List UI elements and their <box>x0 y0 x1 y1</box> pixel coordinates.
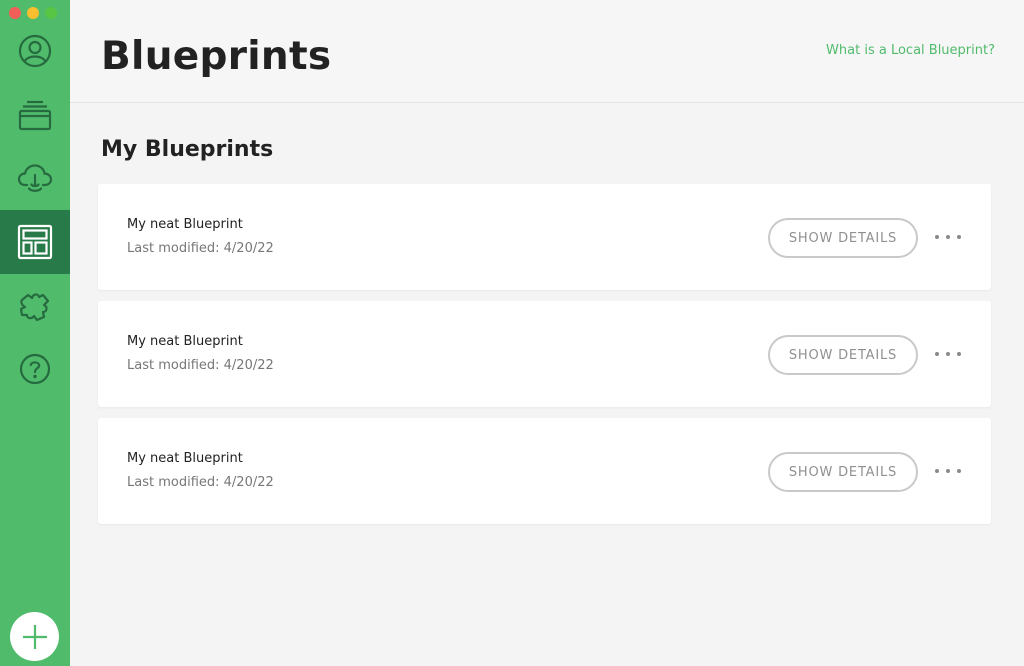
show-details-button[interactable]: SHOW DETAILS <box>768 335 918 375</box>
blueprint-modified: Last modified: 4/20/22 <box>127 475 274 490</box>
sidebar-item-user[interactable] <box>0 19 70 83</box>
show-details-button[interactable]: SHOW DETAILS <box>768 218 918 258</box>
header: Blueprints What is a Local Blueprint? <box>70 0 1024 103</box>
more-options-button[interactable] <box>935 462 961 480</box>
sidebar <box>0 0 70 666</box>
blueprint-card: My neat Blueprint Last modified: 4/20/22… <box>98 418 991 524</box>
sidebar-item-sites[interactable] <box>0 83 70 147</box>
blueprint-name: My neat Blueprint <box>127 334 243 349</box>
blueprint-name: My neat Blueprint <box>127 217 243 232</box>
blueprint-card: My neat Blueprint Last modified: 4/20/22… <box>98 301 991 407</box>
section-title: My Blueprints <box>101 137 274 162</box>
more-dots-icon <box>935 352 939 356</box>
window-minimize-button[interactable] <box>27 7 39 19</box>
more-dots-icon <box>935 469 939 473</box>
more-dots-icon <box>935 235 939 239</box>
blueprint-modified: Last modified: 4/20/22 <box>127 358 274 373</box>
more-options-button[interactable] <box>935 345 961 363</box>
sites-stack-icon <box>18 100 52 131</box>
blueprint-icon <box>17 224 53 260</box>
more-options-button[interactable] <box>935 228 961 246</box>
blueprint-name: My neat Blueprint <box>127 451 243 466</box>
cloud-icon <box>17 164 53 192</box>
window-controls <box>9 7 57 19</box>
sidebar-item-cloud[interactable] <box>0 146 70 210</box>
sidebar-item-blueprints[interactable] <box>0 210 70 274</box>
help-icon <box>19 353 51 385</box>
sidebar-item-addons[interactable] <box>0 274 70 338</box>
window-close-button[interactable] <box>9 7 21 19</box>
plus-icon <box>22 624 47 649</box>
sidebar-item-help[interactable] <box>0 337 70 401</box>
addons-puzzle-icon <box>19 293 50 322</box>
page-title: Blueprints <box>101 34 332 79</box>
blueprint-modified: Last modified: 4/20/22 <box>127 241 274 256</box>
window-zoom-button[interactable] <box>45 7 57 19</box>
add-button[interactable] <box>10 612 59 661</box>
user-icon <box>18 34 52 68</box>
blueprint-card: My neat Blueprint Last modified: 4/20/22… <box>98 184 991 290</box>
show-details-button[interactable]: SHOW DETAILS <box>768 452 918 492</box>
help-link[interactable]: What is a Local Blueprint? <box>826 43 995 58</box>
